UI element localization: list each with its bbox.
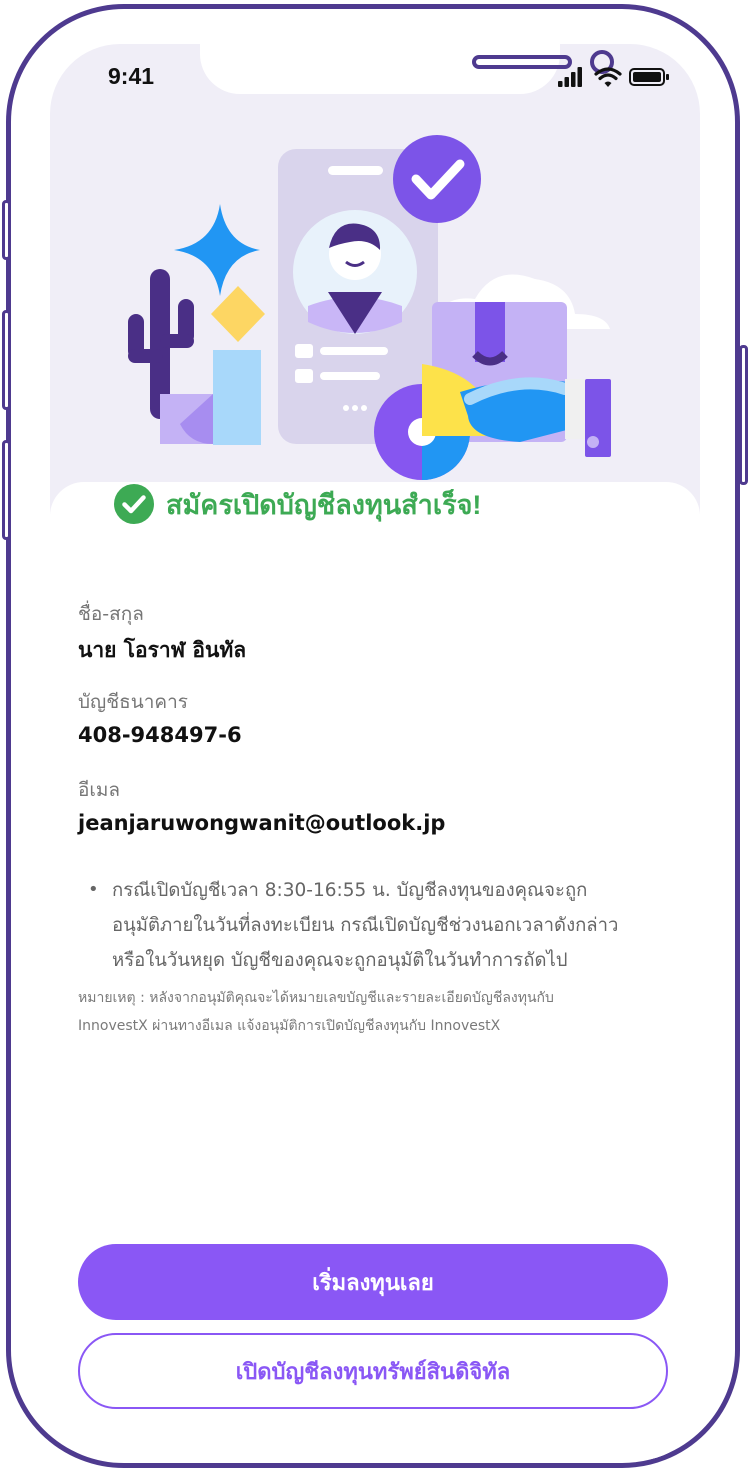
battery-icon <box>629 68 669 86</box>
phone-notch <box>200 44 614 94</box>
email-label: อีเมล <box>78 779 121 801</box>
bullet-dot: • <box>88 879 99 900</box>
success-banner: สมัครเปิดบัญชีลงทุนสำเร็จ! <box>114 481 544 527</box>
hero-illustration-area <box>50 44 700 514</box>
status-bar-icons <box>558 67 669 87</box>
phone-volume-up-button <box>2 310 11 410</box>
success-title: สมัครเปิดบัญชีลงทุนสำเร็จ! <box>166 489 482 520</box>
open-digital-asset-account-button[interactable]: เปิดบัญชีลงทุนทรัพย์สินดิจิทัล <box>78 1333 668 1409</box>
wifi-icon <box>594 67 622 87</box>
name-value: นาย โอราฬ อินทัล <box>78 638 247 662</box>
approval-note: • กรณีเปิดบัญชีเวลา 8:30-16:55 น. บัญชีล… <box>88 873 688 978</box>
note-line: หรือในวันหยุด บัญชีของคุณจะถูกอนุมัติในว… <box>112 950 568 971</box>
name-label: ชื่อ-สกุล <box>78 603 144 625</box>
phone-side-button <box>2 200 11 260</box>
speaker-grille <box>472 55 572 69</box>
phone-volume-down-button <box>2 440 11 540</box>
remark-text: หมายเหตุ : หลังจากอนุมัติคุณจะได้หมายเลข… <box>78 984 678 1040</box>
start-investing-button[interactable]: เริ่มลงทุนเลย <box>78 1244 668 1320</box>
bank-account-value: 408-948497-6 <box>78 723 242 747</box>
note-bullet-item: • กรณีเปิดบัญชีเวลา 8:30-16:55 น. บัญชีล… <box>88 873 688 978</box>
note-line: อนุมัติภายในวันที่ลงทะเบียน กรณีเปิดบัญช… <box>112 915 619 936</box>
phone-power-button <box>739 345 748 485</box>
email-value: jeanjaruwongwanit@outlook.jp <box>78 811 446 835</box>
signal-icon <box>558 67 582 87</box>
note-bullet-text: กรณีเปิดบัญชีเวลา 8:30-16:55 น. บัญชีลงท… <box>112 873 672 978</box>
check-circle-icon <box>114 484 154 524</box>
note-line: กรณีเปิดบัญชีเวลา 8:30-16:55 น. บัญชีลงท… <box>112 880 588 901</box>
account-success-illustration <box>128 135 611 480</box>
status-bar-time: 9:41 <box>108 63 155 89</box>
remark-line: InnovestX ผ่านทางอีเมล แจ้งอนุมัติการเปิ… <box>78 1018 501 1034</box>
bank-account-label: บัญชีธนาคาร <box>78 691 188 713</box>
remark-line: หมายเหตุ : หลังจากอนุมัติคุณจะได้หมายเลข… <box>78 990 554 1006</box>
